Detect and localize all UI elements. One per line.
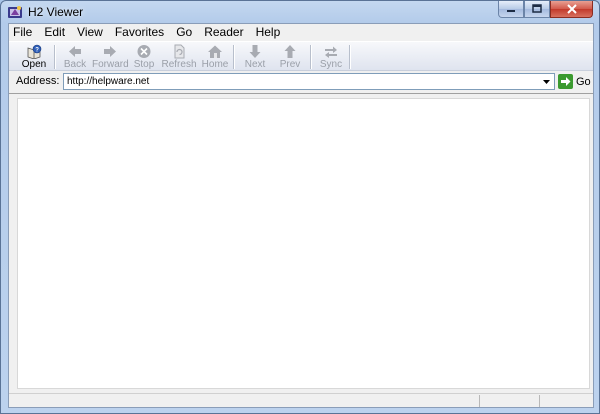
maximize-button[interactable] <box>524 1 550 18</box>
menu-edit[interactable]: Edit <box>38 24 71 41</box>
menu-view[interactable]: View <box>71 24 109 41</box>
h2-viewer-app-icon <box>8 6 22 18</box>
address-dropdown-button[interactable] <box>540 75 553 88</box>
open-label: Open <box>21 59 47 70</box>
app-window: H2 Viewer File Edit View Favorites Go Re… <box>0 0 600 414</box>
go-button[interactable]: Go <box>558 73 591 90</box>
arrow-down-icon <box>249 45 261 58</box>
stop-icon <box>137 45 151 58</box>
content-frame <box>9 93 593 393</box>
toolbar-separator <box>54 45 56 69</box>
prev-button[interactable]: Prev <box>277 43 303 71</box>
toolbar-separator <box>233 45 235 69</box>
address-input[interactable] <box>67 75 537 88</box>
sync-button[interactable]: Sync <box>317 43 345 71</box>
toolbar-separator <box>310 45 312 69</box>
client-area: File Edit View Favorites Go Reader Help … <box>8 23 594 408</box>
svg-text:?: ? <box>35 47 39 53</box>
home-icon <box>208 45 222 58</box>
refresh-page-icon <box>174 44 185 59</box>
window-title: H2 Viewer <box>28 5 84 19</box>
menu-file[interactable]: File <box>9 24 38 41</box>
window-controls <box>498 1 593 19</box>
address-combobox[interactable] <box>63 73 555 90</box>
menu-go[interactable]: Go <box>170 24 198 41</box>
go-arrow-icon <box>558 74 573 89</box>
chevron-down-icon <box>543 79 550 84</box>
stop-button[interactable]: Stop <box>131 43 157 71</box>
toolbar: ? Open Back Forward Stop Refresh Home Ne… <box>9 41 593 71</box>
maximize-icon <box>532 4 542 13</box>
close-button[interactable] <box>550 1 593 18</box>
sync-label: Sync <box>319 59 343 70</box>
minimize-icon <box>507 10 515 12</box>
menu-favorites[interactable]: Favorites <box>109 24 170 41</box>
refresh-label: Refresh <box>161 59 197 70</box>
close-icon <box>566 4 577 14</box>
refresh-button[interactable]: Refresh <box>161 43 197 71</box>
go-label: Go <box>576 75 591 88</box>
home-button[interactable]: Home <box>200 43 230 71</box>
forward-button[interactable]: Forward <box>92 43 129 71</box>
back-button[interactable]: Back <box>60 43 90 71</box>
toolbar-separator <box>349 45 351 69</box>
open-book-icon: ? <box>27 44 42 59</box>
arrow-left-icon <box>69 46 81 57</box>
menu-reader[interactable]: Reader <box>198 24 249 41</box>
home-label: Home <box>201 59 229 70</box>
prev-label: Prev <box>279 59 301 70</box>
status-pane <box>539 395 540 407</box>
arrow-right-icon <box>104 46 116 57</box>
next-button[interactable]: Next <box>242 43 268 71</box>
status-bar <box>9 393 593 407</box>
stop-label: Stop <box>133 59 155 70</box>
back-label: Back <box>63 59 87 70</box>
status-pane <box>479 395 480 407</box>
next-label: Next <box>244 59 266 70</box>
forward-label: Forward <box>92 59 129 70</box>
address-label: Address: <box>16 75 60 87</box>
open-button[interactable]: ? Open <box>17 43 51 71</box>
arrow-up-icon <box>284 45 296 58</box>
title-bar[interactable]: H2 Viewer <box>1 1 599 23</box>
menu-bar: File Edit View Favorites Go Reader Help <box>9 24 593 41</box>
minimize-button[interactable] <box>498 1 524 18</box>
content-viewport[interactable] <box>17 98 590 389</box>
address-bar: Address: Go <box>9 72 593 91</box>
menu-help[interactable]: Help <box>250 24 287 41</box>
sync-arrows-icon <box>325 46 337 58</box>
